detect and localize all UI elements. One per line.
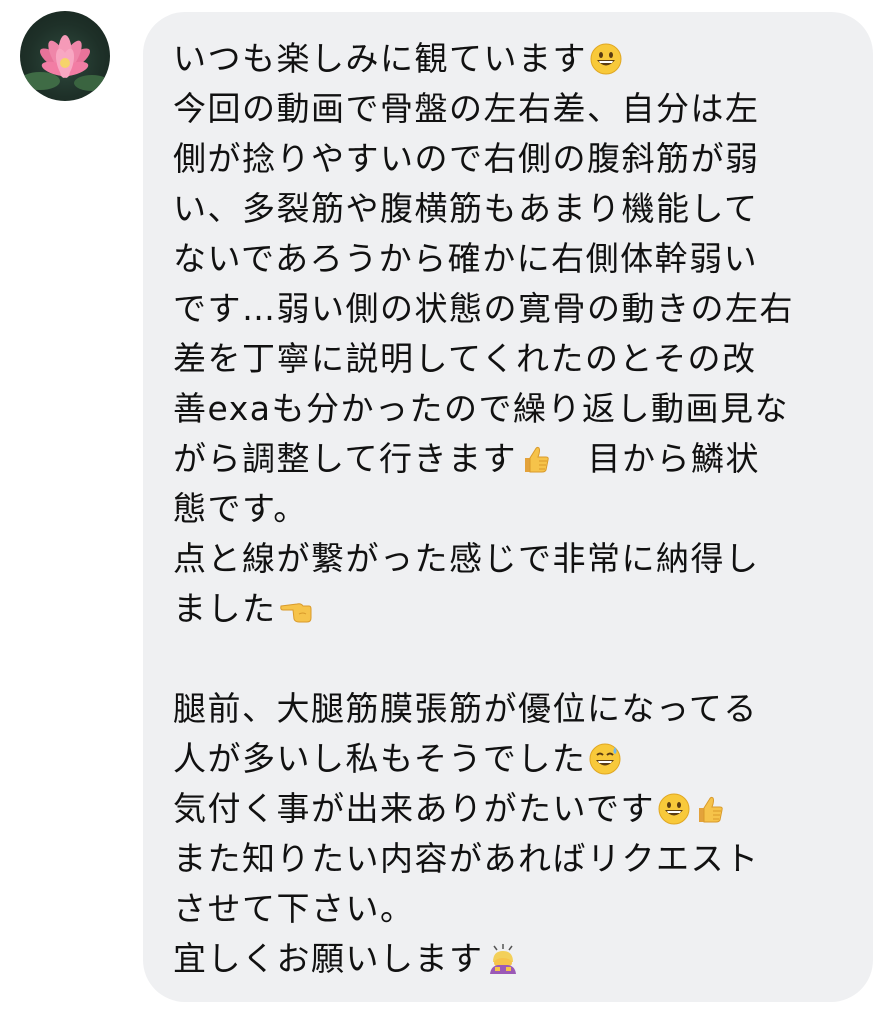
message-line: 善exaも分かったので繰り返し動画見な xyxy=(173,389,789,428)
grinning-face-with-sweat-emoji xyxy=(588,742,622,776)
message-line: 人が多いし私もそうでした xyxy=(173,734,853,784)
message-line: 態です。 xyxy=(173,489,308,528)
lotus-flower-avatar-icon xyxy=(20,35,110,91)
message-line: 宜しくお願いします xyxy=(173,934,853,984)
message-line: ないであろうから確かに右側体幹弱い xyxy=(173,239,759,278)
pointing-left-emoji xyxy=(279,592,313,626)
chat-screen: いつも楽しみに観ています 今回の動画で骨盤の左右差、自分は左 側が捻りやすいので… xyxy=(0,0,881,1024)
message-line: い、多裂筋や腹横筋もあまり機能して xyxy=(173,189,759,228)
thumbs-up-emoji xyxy=(693,792,727,826)
avatar[interactable] xyxy=(20,11,110,101)
message-line: 差を丁寧に説明してくれたのとその改 xyxy=(173,339,757,378)
message-line: がら調整して行きます 目から鱗状 xyxy=(173,439,761,478)
message-line: 点と線が繋がった感じで非常に納得し xyxy=(173,539,760,578)
message-line: また知りたい内容があればリクエスト xyxy=(173,839,760,878)
bowing-person-emoji xyxy=(486,942,520,976)
thumbs-up-emoji xyxy=(519,442,553,476)
message-line: です…弱い側の状態の寛骨の動きの左右 xyxy=(173,289,794,328)
grinning-face-emoji xyxy=(589,42,623,76)
message-line: させて下さい。 xyxy=(173,889,415,928)
message-line: 腿前、大腿筋膜張筋が優位になってる xyxy=(173,689,758,728)
message-line: いつも楽しみに観ています xyxy=(173,34,853,84)
message-line: 気付く事が出来ありがたいです xyxy=(173,784,853,834)
message-bubble[interactable]: いつも楽しみに観ています 今回の動画で骨盤の左右差、自分は左 側が捻りやすいので… xyxy=(143,12,873,1002)
message-line: ました xyxy=(173,584,853,634)
grinning-face-emoji xyxy=(657,792,691,826)
message-line: 今回の動画で骨盤の左右差、自分は左 xyxy=(173,89,760,128)
message-line: 側が捻りやすいので右側の腹斜筋が弱 xyxy=(173,139,760,178)
